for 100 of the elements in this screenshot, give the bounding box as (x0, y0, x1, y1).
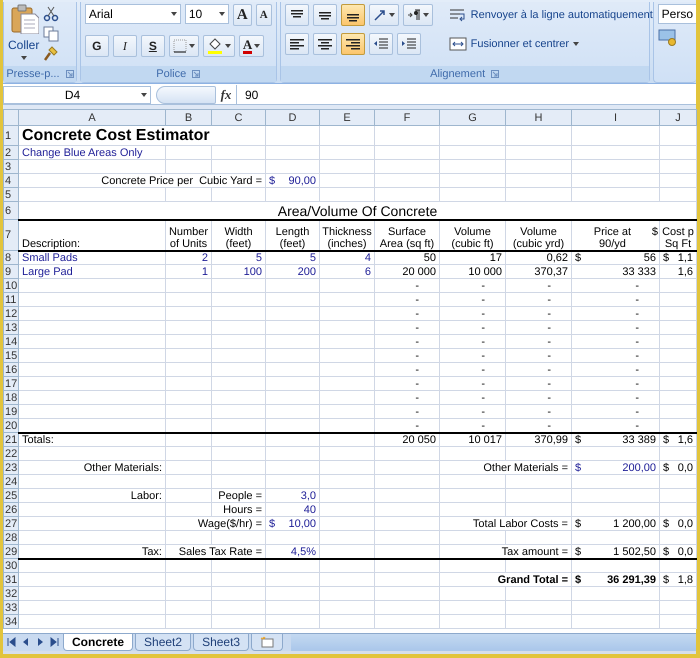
paintbrush-icon[interactable] (43, 46, 60, 62)
grow-font-button[interactable]: A (232, 4, 252, 26)
row-header[interactable]: 19 (4, 404, 18, 418)
text-direction-button[interactable] (402, 4, 433, 26)
row-header[interactable]: 8 (4, 250, 18, 264)
horizontal-scrollbar[interactable] (291, 634, 696, 650)
font-color-button[interactable]: A (238, 35, 264, 57)
row-header[interactable]: 31 (4, 572, 18, 586)
font-name-field[interactable]: Arial (84, 4, 181, 24)
insert-sheet-button[interactable] (251, 634, 284, 650)
row-header[interactable]: 12 (4, 306, 18, 320)
column-header[interactable]: E (320, 110, 374, 126)
borders-button[interactable] (168, 35, 199, 57)
alignment-button[interactable] (284, 33, 309, 55)
row-header[interactable]: 6 (4, 202, 18, 220)
copy-icon[interactable] (43, 26, 60, 42)
row-header[interactable]: 5 (4, 188, 18, 202)
dropdown-caret-icon[interactable] (141, 92, 147, 96)
dropdown-caret-icon[interactable] (254, 44, 260, 48)
row-header[interactable]: 10 (4, 278, 18, 292)
shrink-font-button[interactable]: A (256, 4, 272, 26)
row-header[interactable]: 4 (4, 174, 18, 188)
row-header[interactable]: 14 (4, 334, 18, 348)
fill-color-button[interactable] (202, 35, 235, 57)
row-header[interactable]: 9 (4, 264, 18, 278)
row-header[interactable]: 27 (4, 516, 18, 530)
row-header[interactable]: 15 (4, 348, 18, 362)
orientation-button[interactable] (368, 4, 399, 26)
first-sheet-icon[interactable] (7, 637, 17, 647)
row-header[interactable]: 24 (4, 474, 18, 488)
font-size-field[interactable]: 10 (184, 4, 229, 24)
wrap-text-button[interactable]: Renvoyer à la ligne automatiquement (448, 4, 653, 26)
row-header[interactable]: 2 (4, 146, 18, 160)
increase-indent-button[interactable] (396, 33, 421, 55)
row-header[interactable]: 7 (4, 220, 18, 250)
cell-value: 370,99 (506, 432, 572, 446)
cell-value: 10,00 (288, 518, 316, 530)
italic-button[interactable]: I (112, 35, 137, 57)
column-header[interactable]: C (212, 110, 266, 126)
row-header[interactable]: 23 (4, 460, 18, 474)
row-header[interactable]: 16 (4, 362, 18, 376)
row-header[interactable]: 25 (4, 488, 18, 502)
row-header[interactable]: 26 (4, 502, 18, 516)
row-header[interactable]: 18 (4, 390, 18, 404)
formula-bar-handle[interactable] (156, 86, 216, 104)
sheet-tab[interactable]: Sheet2 (135, 634, 192, 650)
column-header[interactable]: G (440, 110, 506, 126)
currency-sign: $ (575, 546, 582, 556)
row-header[interactable]: 11 (4, 292, 18, 306)
function-button[interactable]: fx (216, 84, 236, 104)
alignment-button[interactable] (340, 33, 365, 55)
alignment-button[interactable] (340, 4, 365, 26)
column-header[interactable]: J (660, 110, 696, 126)
column-header[interactable]: I (572, 110, 660, 126)
currency-sign: $ (575, 462, 582, 474)
row-header[interactable]: 28 (4, 530, 18, 544)
scissors-icon[interactable] (43, 6, 60, 22)
row-header[interactable]: 30 (4, 558, 18, 572)
alignment-button[interactable] (312, 4, 337, 26)
last-sheet-icon[interactable] (49, 637, 59, 647)
cell-value: 90,00 (288, 175, 316, 186)
dropdown-caret-icon[interactable] (224, 44, 231, 48)
column-header[interactable]: F (374, 110, 440, 126)
row-header[interactable]: 33 (4, 600, 18, 614)
sheet-tab[interactable]: Concrete (63, 634, 134, 650)
dropdown-caret-icon[interactable] (218, 12, 225, 16)
currency-sign: $ (652, 226, 658, 238)
row-header[interactable]: 1 (4, 126, 18, 146)
row-header[interactable]: 29 (4, 544, 18, 558)
cell-value: - (506, 362, 572, 376)
alignment-button[interactable] (284, 4, 309, 26)
alignment-button[interactable] (312, 33, 337, 55)
row-header[interactable]: 3 (4, 160, 18, 174)
underline-button[interactable]: S (140, 35, 165, 57)
row-header[interactable]: 13 (4, 320, 18, 334)
dropdown-caret-icon[interactable] (388, 13, 395, 17)
column-header[interactable]: D (266, 110, 320, 126)
dropdown-caret-icon[interactable] (573, 42, 580, 46)
dropdown-caret-icon[interactable] (170, 12, 177, 16)
bold-button[interactable]: G (84, 35, 109, 57)
name-box[interactable]: D4 (3, 86, 151, 104)
row-header[interactable]: 21 (4, 432, 18, 446)
column-header[interactable]: B (166, 110, 212, 126)
merge-center-button[interactable]: Fusionner et centrer (448, 33, 653, 55)
row-header[interactable]: 17 (4, 376, 18, 390)
decrease-indent-button[interactable] (368, 33, 393, 55)
paste-button[interactable]: Coller (8, 4, 40, 64)
previous-sheet-icon[interactable] (21, 637, 31, 647)
sheet-tab[interactable]: Sheet3 (193, 634, 250, 650)
number-format-field[interactable]: Perso (658, 4, 696, 24)
dropdown-caret-icon[interactable] (188, 44, 195, 48)
row-header[interactable]: 32 (4, 586, 18, 600)
dropdown-caret-icon[interactable] (422, 13, 429, 17)
row-header[interactable]: 22 (4, 446, 18, 460)
row-header[interactable]: 20 (4, 418, 18, 432)
next-sheet-icon[interactable] (35, 637, 45, 647)
row-header[interactable]: 34 (4, 614, 18, 628)
column-header[interactable]: A (18, 110, 166, 126)
dropdown-caret-icon[interactable] (20, 56, 27, 60)
column-header[interactable]: H (506, 110, 572, 126)
